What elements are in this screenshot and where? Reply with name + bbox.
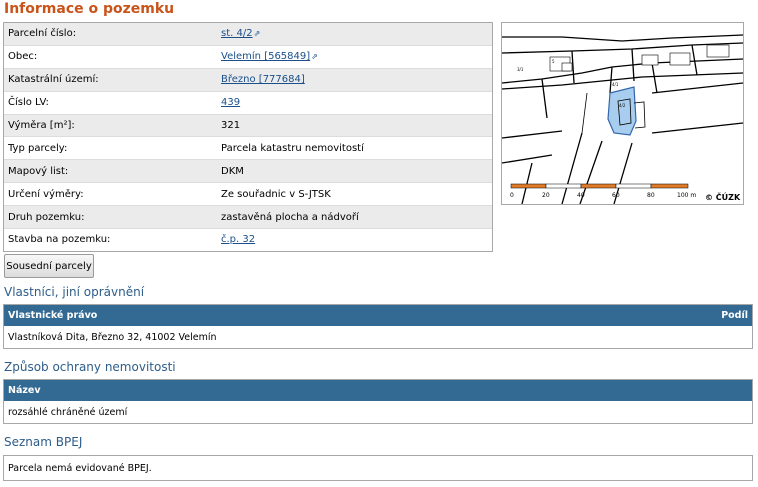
info-value-cell: st. 4/2⇗ [218,28,260,39]
info-label: Parcelní číslo: [8,28,77,40]
info-value-link[interactable]: Březno [777684] [221,74,305,85]
protection-heading: Způsob ochrany nemovitosti [4,360,176,374]
info-label: Mapový list: [8,165,69,177]
info-label: Číslo LV: [8,97,49,109]
bpej-panel: Parcela nemá evidované BPEJ. [3,455,753,481]
info-value: DKM [221,165,244,177]
info-label: Katastrální území: [8,74,99,86]
scale-label-20: 20 [542,192,550,199]
info-value-cell: Ze souřadnic v S-JTSK [218,189,331,200]
info-value-cell: č.p. 32 [218,234,255,245]
parcel-info-table: Parcelní číslo: st. 4/2⇗ Obec: Velemín [565… [3,22,493,252]
info-row: Mapový list: DKM [4,160,492,184]
info-value: zastavěná plocha a nádvoří [221,211,359,223]
protection-col: Název [8,385,41,396]
map-scale-bar [510,183,689,189]
info-row: Druh pozemku: zastavěná plocha a nádvoří [4,206,492,230]
owners-row: Vlastníková Dita, Březno 32, 41002 Velem… [8,331,217,343]
info-label: Typ parcely: [8,142,68,154]
info-row: Katastrální území: Březno [777684] [4,68,492,92]
protection-row: rozsáhlé chráněné území [8,406,128,418]
neighbors-button[interactable]: Sousední parcely [4,254,94,278]
scale-label-60: 60 [612,192,620,199]
svg-text:4/1: 4/1 [612,82,619,87]
info-value-cell: 439 [218,97,240,108]
owners-header: Vlastnické právo Podíl [4,305,752,326]
owners-col-left: Vlastnické právo [8,310,98,321]
info-value-link[interactable]: Velemín [565849] [221,51,310,62]
info-row: Obec: Velemín [565849]⇗ [4,45,492,69]
info-row: Výměra [m²]: 321 [4,114,492,138]
info-row: Určení výměry: Ze souřadnic v S-JTSK [4,183,492,207]
info-label: Druh pozemku: [8,211,85,223]
scale-label-40: 40 [577,192,585,199]
info-row: Parcelní číslo: st. 4/2⇗ [4,23,492,46]
svg-text:4/2: 4/2 [619,103,626,108]
protection-header: Název [4,380,752,401]
parcel-map[interactable]: 4/2 3/1 4/1 5 0 20 40 60 80 100 m © ČÚZK [501,22,744,205]
external-link-icon[interactable]: ⇗ [311,52,318,61]
page-title: Informace o pozemku [4,1,175,17]
selected-parcel [607,86,637,136]
info-label: Výměra [m²]: [8,120,75,131]
info-row: Typ parcely: Parcela katastru nemovitostí [4,137,492,161]
info-value-cell: Březno [777684] [218,74,305,85]
scale-label-100: 100 m [677,192,696,199]
info-value-cell: DKM [218,166,244,177]
scale-label-0: 0 [510,192,514,199]
info-row: Číslo LV: 439 [4,91,492,115]
scale-label-80: 80 [647,192,655,199]
owners-panel: Vlastnické právo Podíl Vlastníková Dita,… [3,304,753,349]
svg-text:3/1: 3/1 [517,67,524,72]
info-value-cell: 321 [218,120,240,131]
owners-col-right: Podíl [721,310,748,321]
info-label: Stavba na pozemku: [8,234,111,246]
info-row: Stavba na pozemku: č.p. 32 [4,229,492,251]
copyright-text: © ČÚZK [705,191,741,202]
info-label: Obec: [8,51,38,63]
info-value: Ze souřadnic v S-JTSK [221,188,331,200]
info-value-link[interactable]: st. 4/2 [221,28,253,39]
info-value: Parcela katastru nemovitostí [221,142,364,154]
info-value-cell: zastavěná plocha a nádvoří [218,212,359,223]
info-value-cell: Velemín [565849]⇗ [218,51,318,62]
bpej-heading: Seznam BPEJ [4,435,83,449]
bpej-row: Parcela nemá evidované BPEJ. [8,462,152,474]
map-drawing: 4/2 3/1 4/1 5 0 20 40 60 80 100 m © ČÚZK [502,34,743,204]
info-value-cell: Parcela katastru nemovitostí [218,143,364,154]
external-link-icon[interactable]: ⇗ [254,29,261,38]
info-value-link[interactable]: 439 [221,97,240,108]
owners-heading: Vlastníci, jiní oprávnění [4,285,145,299]
info-value: 321 [221,120,241,131]
protection-panel: Název rozsáhlé chráněné území [3,379,753,424]
info-label: Určení výměry: [8,188,84,200]
info-value-link[interactable]: č.p. 32 [221,234,255,245]
